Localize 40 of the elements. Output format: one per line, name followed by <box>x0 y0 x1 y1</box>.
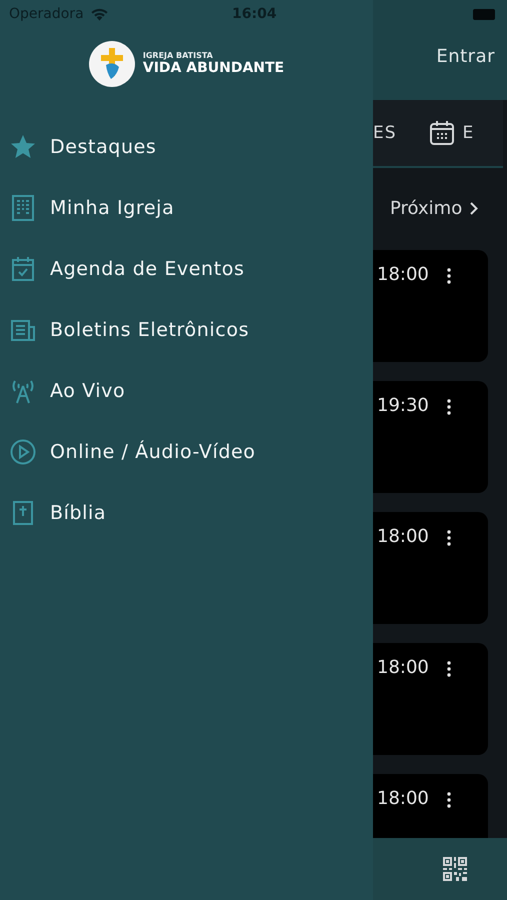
event-time: 18:00 <box>377 526 429 547</box>
chevron-right-icon <box>470 202 478 214</box>
battery-icon <box>473 8 495 20</box>
star-icon <box>10 134 36 160</box>
event-card[interactable]: 18:00 <box>373 512 488 624</box>
menu-item[interactable]: Minha Igreja <box>0 177 373 238</box>
more-icon[interactable] <box>446 661 451 677</box>
next-link[interactable]: Próximo <box>390 198 462 218</box>
logo-subtitle: IGREJA BATISTA <box>142 52 214 61</box>
calendar-icon <box>10 256 36 282</box>
more-icon[interactable] <box>446 268 451 284</box>
logo-icon <box>88 41 135 87</box>
menu-item[interactable]: Boletins Eletrônicos <box>0 299 373 360</box>
event-time: 18:00 <box>377 657 429 678</box>
event-card[interactable]: 18:00 <box>373 643 488 755</box>
event-time: 18:00 <box>377 788 429 809</box>
menu-item[interactable]: Agenda de Eventos <box>0 238 373 299</box>
event-card[interactable]: 18:00 <box>373 250 488 362</box>
tab[interactable]: E <box>462 123 474 143</box>
tab[interactable]: ES <box>373 123 397 143</box>
calendar-icon <box>428 120 455 146</box>
menu-item[interactable]: Ao Vivo <box>0 360 373 421</box>
qr-code-icon[interactable] <box>443 857 467 881</box>
more-icon[interactable] <box>446 399 451 415</box>
menu-item[interactable]: Destaques <box>0 116 373 177</box>
login-button[interactable]: Entrar <box>436 46 495 67</box>
book-icon <box>10 500 36 526</box>
menu-item[interactable]: Online / Áudio-Vídeo <box>0 421 373 482</box>
wifi-icon <box>90 7 109 21</box>
more-icon[interactable] <box>446 530 451 546</box>
menu-item[interactable]: Bíblia <box>0 482 373 543</box>
play-icon <box>10 438 36 464</box>
more-icon[interactable] <box>446 792 451 808</box>
building-icon <box>10 194 36 220</box>
antenna-icon <box>10 378 36 404</box>
event-time: 19:30 <box>377 395 429 416</box>
event-card[interactable]: 18:00 <box>373 774 488 838</box>
event-card[interactable]: 19:30 <box>373 381 488 493</box>
logo-title: VIDA ABUNDANTE <box>142 60 284 76</box>
event-time: 18:00 <box>377 264 429 285</box>
